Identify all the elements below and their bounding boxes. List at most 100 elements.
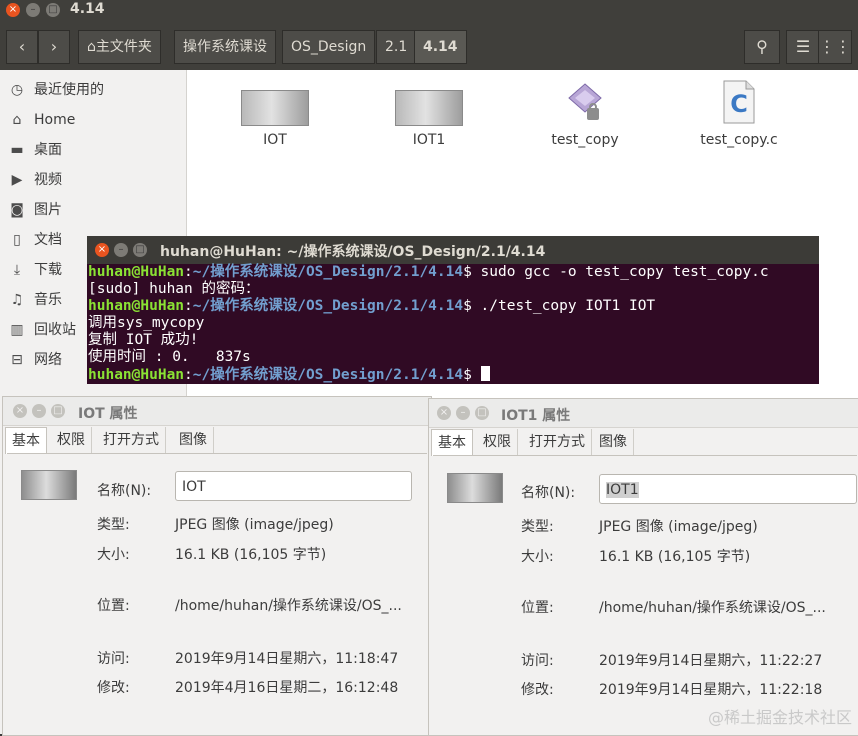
terminal-output[interactable]: huhan@HuHan:~/操作系统课设/OS_Design/2.1/4.14$…: [88, 264, 769, 384]
breadcrumb-course[interactable]: 操作系统课设: [174, 30, 276, 64]
network-icon: ⊟: [11, 352, 23, 368]
forward-button[interactable]: ›: [38, 30, 70, 64]
tab-basic[interactable]: 基本: [431, 429, 473, 456]
list-view-button[interactable]: ☰: [786, 30, 820, 64]
close-icon[interactable]: ×: [95, 243, 109, 257]
minimize-icon[interactable]: –: [114, 243, 128, 257]
basic-panel: 名称(N): IOT1 类型: JPEG 图像 (image/jpeg) 大小:…: [433, 455, 857, 732]
file-name: IOT: [263, 132, 287, 148]
file-item-iot1[interactable]: IOT1: [374, 90, 484, 148]
size-label: 大小:: [521, 549, 554, 565]
terminal-window: × – □ huhan@HuHan: ~/操作系统课设/OS_Design/2.…: [87, 236, 819, 384]
home-icon: ⌂: [12, 112, 22, 128]
tab-image[interactable]: 图像: [173, 427, 214, 453]
file-manager-titlebar: × – □ 4.14: [0, 0, 858, 22]
sidebar-item-pictures[interactable]: ◙ 图片: [8, 199, 62, 221]
type-label: 类型:: [521, 519, 554, 535]
dialog-titlebar: × – □ IOT1 属性: [429, 399, 858, 428]
file-item-test-copy[interactable]: test_copy: [530, 82, 640, 148]
sidebar-item-documents[interactable]: ▯ 文档: [8, 229, 62, 251]
terminal-line: huhan@HuHan:~/操作系统课设/OS_Design/2.1/4.14$: [88, 366, 769, 384]
location-value[interactable]: /home/huhan/操作系统课设/OS_...: [175, 595, 402, 615]
file-thumbnail: [447, 473, 503, 503]
trash-icon: ▥: [10, 322, 24, 338]
dialog-title: IOT1 属性: [501, 408, 571, 424]
accessed-label: 访问:: [97, 651, 130, 667]
terminal-line: 使用时间 : 0. 837s: [88, 349, 251, 365]
back-button[interactable]: ‹: [6, 30, 38, 64]
tab-permissions[interactable]: 权限: [477, 429, 518, 455]
sidebar-item-music[interactable]: ♫ 音乐: [8, 289, 62, 311]
breadcrumb-home[interactable]: ⌂主文件夹: [78, 30, 161, 64]
sidebar-item-desktop[interactable]: ▬ 桌面: [8, 139, 62, 161]
location-label: 位置:: [97, 598, 130, 614]
file-item-iot[interactable]: IOT: [220, 90, 330, 148]
type-value: JPEG 图像 (image/jpeg): [175, 517, 334, 533]
clock-icon: ◷: [10, 82, 24, 98]
breadcrumb-4-14[interactable]: 4.14: [414, 30, 467, 64]
terminal-line: 复制 IOT 成功!: [88, 332, 199, 348]
maximize-icon[interactable]: □: [46, 3, 60, 17]
close-icon[interactable]: ×: [437, 406, 451, 420]
type-label: 类型:: [97, 517, 130, 533]
modified-value: 2019年4月16日星期二，16:12:48: [175, 680, 399, 696]
image-thumbnail: [241, 90, 309, 126]
minimize-icon[interactable]: –: [456, 406, 470, 420]
terminal-titlebar: × – □ huhan@HuHan: ~/操作系统课设/OS_Design/2.…: [87, 236, 819, 264]
breadcrumb-os-design[interactable]: OS_Design: [282, 30, 376, 64]
file-name: test_copy.c: [700, 132, 778, 148]
list-icon: ☰: [795, 37, 811, 56]
minimize-icon[interactable]: –: [26, 3, 40, 17]
basic-panel: 名称(N): IOT 类型: JPEG 图像 (image/jpeg) 大小: …: [7, 453, 427, 732]
name-field[interactable]: IOT: [175, 471, 412, 501]
tab-basic[interactable]: 基本: [5, 427, 47, 454]
executable-icon: [568, 83, 602, 120]
file-name: test_copy: [551, 132, 619, 148]
location-label: 位置:: [521, 600, 554, 616]
sidebar-item-home[interactable]: ⌂ Home: [8, 109, 76, 131]
minimize-icon[interactable]: –: [32, 404, 46, 418]
name-field[interactable]: IOT1: [599, 474, 857, 504]
download-icon: ⤓: [13, 262, 21, 278]
tab-permissions[interactable]: 权限: [51, 427, 92, 453]
terminal-line: [sudo] huhan 的密码：: [88, 281, 260, 297]
search-button[interactable]: ⚲: [744, 30, 780, 64]
modified-label: 修改:: [521, 682, 554, 698]
location-value[interactable]: /home/huhan/操作系统课设/OS_...: [599, 597, 826, 617]
terminal-line: 调用sys_mycopy: [88, 315, 205, 331]
tab-open-with[interactable]: 打开方式: [523, 429, 592, 455]
search-icon: ⚲: [756, 37, 768, 56]
name-selection: IOT1: [606, 482, 639, 498]
terminal-line: huhan@HuHan:~/操作系统课设/OS_Design/2.1/4.14$…: [88, 264, 769, 280]
grid-icon: ⋮⋮: [819, 37, 851, 56]
sidebar-item-trash[interactable]: ▥ 回收站: [8, 319, 76, 341]
sidebar-item-network[interactable]: ⊟ 网络: [8, 349, 62, 371]
video-icon: ▶: [11, 172, 23, 188]
tab-open-with[interactable]: 打开方式: [97, 427, 166, 453]
maximize-icon[interactable]: □: [133, 243, 147, 257]
close-icon[interactable]: ×: [6, 3, 20, 17]
image-thumbnail: [395, 90, 463, 126]
name-label: 名称(N):: [97, 483, 152, 499]
c-source-icon: C: [723, 80, 755, 124]
properties-dialog-iot: × – □ IOT 属性 基本 权限 打开方式 图像 名称(N): IOT 类型…: [2, 396, 432, 736]
grid-view-button[interactable]: ⋮⋮: [818, 30, 852, 64]
home-icon: ⌂: [87, 39, 96, 55]
properties-dialog-iot1: × – □ IOT1 属性 基本 权限 打开方式 图像 名称(N): IOT1 …: [428, 398, 858, 736]
accessed-value: 2019年9月14日星期六，11:22:27: [599, 653, 823, 669]
camera-icon: ◙: [10, 202, 24, 218]
maximize-icon[interactable]: □: [475, 406, 489, 420]
close-icon[interactable]: ×: [13, 404, 27, 418]
file-manager-toolbar: ‹ › ⌂主文件夹 操作系统课设 OS_Design 2.1 4.14 ⚲ ☰ …: [0, 22, 858, 70]
sidebar-item-videos[interactable]: ▶ 视频: [8, 169, 62, 191]
sidebar-item-downloads[interactable]: ⤓ 下载: [8, 259, 62, 281]
name-label: 名称(N):: [521, 485, 576, 501]
tab-image[interactable]: 图像: [593, 429, 634, 455]
file-item-test-copy-c[interactable]: C test_copy.c: [684, 80, 794, 148]
sidebar-item-recent[interactable]: ◷ 最近使用的: [8, 79, 104, 101]
folder-icon: ▬: [10, 142, 24, 158]
svg-text:C: C: [730, 90, 748, 118]
terminal-title: huhan@HuHan: ~/操作系统课设/OS_Design/2.1/4.14: [160, 244, 546, 260]
breadcrumb-2-1[interactable]: 2.1: [376, 30, 417, 64]
maximize-icon[interactable]: □: [51, 404, 65, 418]
